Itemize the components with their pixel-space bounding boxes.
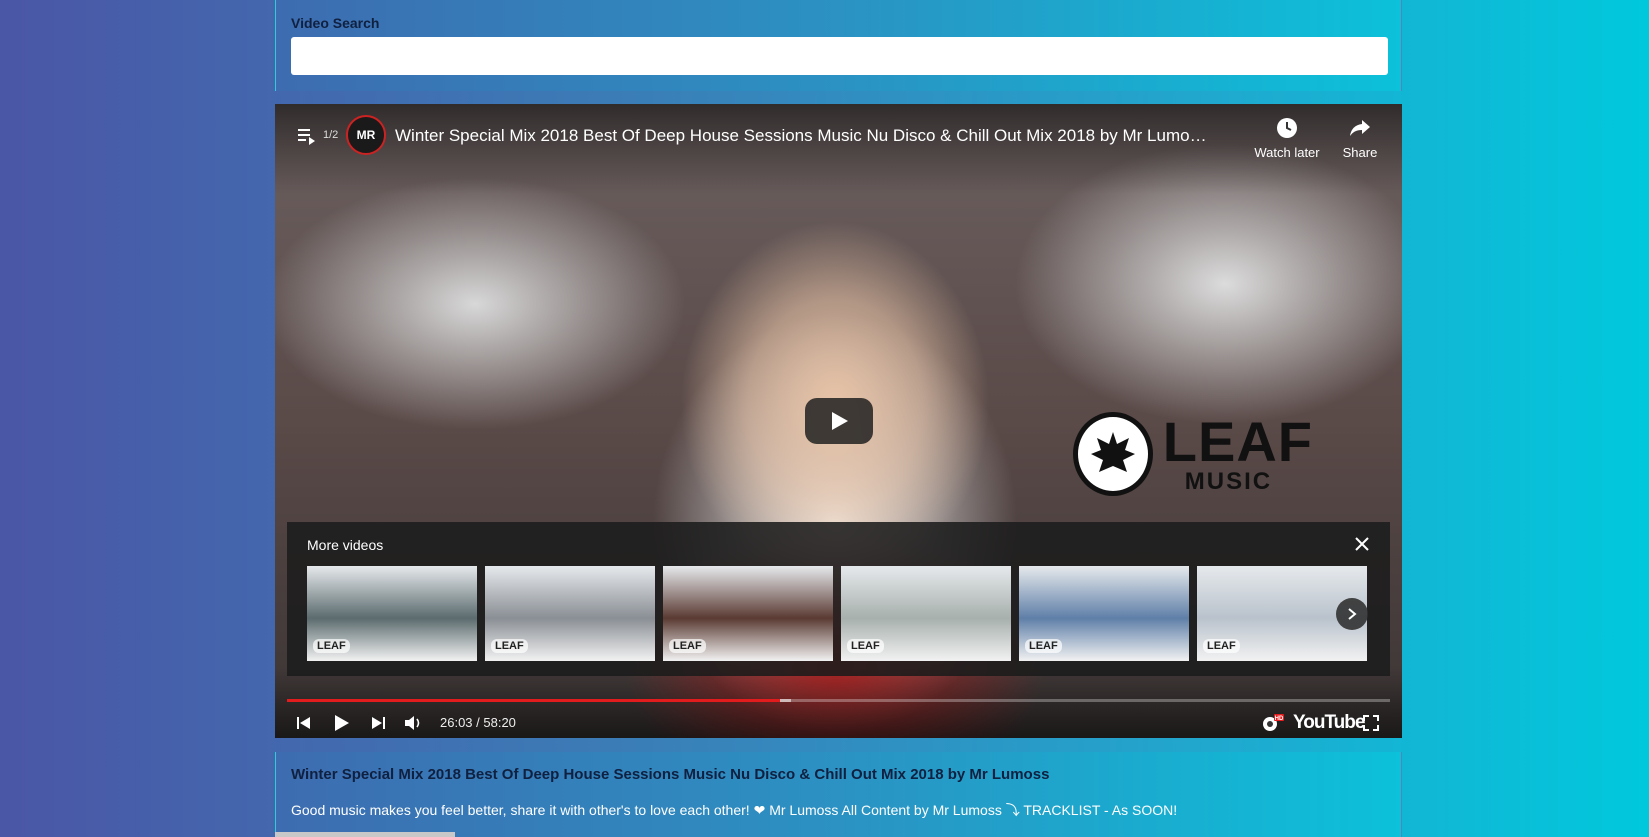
- volume-button[interactable]: [403, 710, 423, 736]
- video-title-link[interactable]: Winter Special Mix 2018 Best Of Deep Hou…: [395, 126, 1235, 146]
- thumbnail-logo-text: LEAF: [491, 639, 528, 653]
- search-input[interactable]: [291, 37, 1388, 75]
- progress-played: [287, 699, 781, 702]
- share-arrow-icon: [1350, 120, 1370, 136]
- play-button[interactable]: [331, 710, 351, 736]
- more-video-thumbnail[interactable]: LEAF: [485, 566, 655, 661]
- chevron-right-icon: [1348, 608, 1357, 620]
- skip-previous-icon: [297, 717, 310, 729]
- video-player[interactable]: 1/2 MR Winter Special Mix 2018 Best Of D…: [275, 104, 1402, 738]
- more-videos-panel: More videos LEAF LEAF LEAF LEAF LEAF LEAF: [287, 522, 1390, 676]
- more-videos-list: LEAF LEAF LEAF LEAF LEAF LEAF: [307, 566, 1367, 661]
- thumbnail-logo-text: LEAF: [669, 639, 706, 653]
- close-icon[interactable]: [1354, 536, 1370, 552]
- fullscreen-button[interactable]: [1362, 710, 1380, 736]
- play-icon: [335, 715, 349, 731]
- top-shade: [275, 104, 1402, 194]
- search-label: Video Search: [291, 15, 380, 31]
- thumbnail-logo-text: LEAF: [1203, 639, 1240, 653]
- large-play-button[interactable]: [805, 398, 873, 444]
- channel-badge-text: MR: [356, 128, 376, 142]
- share-button[interactable]: Share: [1325, 116, 1395, 160]
- watch-later-label: Watch later: [1254, 145, 1320, 160]
- time-display: 26:03 / 58:20: [440, 715, 516, 730]
- more-video-thumbnail[interactable]: LEAF: [1019, 566, 1189, 661]
- share-label: Share: [1342, 145, 1378, 160]
- more-videos-title: More videos: [307, 537, 384, 553]
- video-info-title: Winter Special Mix 2018 Best Of Deep Hou…: [291, 766, 1050, 783]
- watch-later-button[interactable]: Watch later: [1252, 116, 1322, 160]
- more-video-thumbnail[interactable]: LEAF: [841, 566, 1011, 661]
- channel-avatar[interactable]: MR: [346, 115, 386, 155]
- video-info-panel: Winter Special Mix 2018 Best Of Deep Hou…: [275, 752, 1402, 837]
- settings-button[interactable]: HD: [1260, 710, 1284, 736]
- play-icon: [832, 412, 848, 430]
- video-info-description: Good music makes you feel better, share …: [291, 802, 1178, 818]
- youtube-logo[interactable]: YouTube: [1293, 712, 1365, 734]
- thumbnails-next-button[interactable]: [1336, 598, 1368, 630]
- leaf-icon: [1073, 412, 1153, 496]
- hd-badge: HD: [1275, 716, 1284, 722]
- more-video-thumbnail[interactable]: LEAF: [307, 566, 477, 661]
- next-button[interactable]: [369, 710, 387, 736]
- skip-next-icon: [372, 717, 385, 729]
- more-video-thumbnail[interactable]: LEAF: [663, 566, 833, 661]
- leaf-music-logo: LEAF MUSIC: [1073, 409, 1313, 499]
- thumbnail-logo-text: LEAF: [313, 639, 350, 653]
- video-search-panel: Video Search: [275, 0, 1402, 91]
- clock-icon: [1277, 118, 1297, 138]
- thumbnail-logo-text: LEAF: [1025, 639, 1062, 653]
- thumbnail-logo-text: LEAF: [847, 639, 884, 653]
- previous-button[interactable]: [295, 710, 313, 736]
- logo-line1: LEAF: [1162, 410, 1313, 473]
- logo-line2: MUSIC: [1184, 468, 1273, 495]
- volume-icon: [405, 716, 420, 730]
- playlist-icon[interactable]: [297, 126, 317, 146]
- fullscreen-icon: [1363, 715, 1379, 731]
- playlist-count: 1/2: [323, 129, 339, 141]
- progress-bar[interactable]: [287, 699, 1390, 702]
- gear-icon: HD: [1263, 714, 1284, 731]
- next-result-thumbnail[interactable]: [275, 832, 455, 837]
